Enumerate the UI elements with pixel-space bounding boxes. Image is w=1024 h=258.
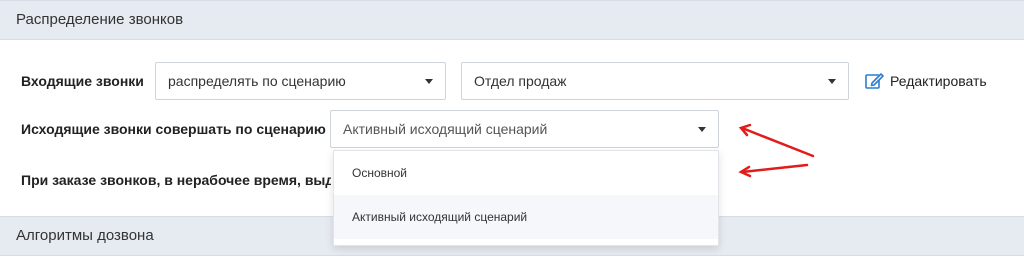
chevron-down-icon — [828, 79, 836, 84]
arrow-line-top — [740, 126, 815, 158]
incoming-mode-select[interactable]: распределять по сценарию — [155, 62, 446, 100]
edit-button[interactable]: Редактировать — [864, 69, 987, 93]
section-header-call-distribution[interactable]: Распределение звонков — [0, 0, 1024, 40]
department-select[interactable]: Отдел продаж — [461, 62, 849, 100]
outgoing-scenario-label: Исходящие звонки совершать по сценарию — [21, 121, 326, 137]
chevron-down-icon — [425, 79, 433, 84]
arrow-line-bottom — [740, 163, 809, 174]
incoming-calls-label: Входящие звонки — [21, 73, 144, 89]
annotation-arrows — [738, 123, 815, 178]
scenario-dropdown-menu: Основной Активный исходящий сценарий — [333, 150, 719, 246]
chevron-down-icon — [698, 127, 706, 132]
edit-icon — [865, 73, 884, 89]
after-hours-label: При заказе звонков, в нерабочее время, в… — [21, 172, 331, 188]
outgoing-scenario-select[interactable]: Активный исходящий сценарий — [330, 110, 719, 148]
incoming-mode-value: распределять по сценарию — [168, 73, 346, 89]
section-title: Распределение звонков — [16, 11, 184, 28]
dropdown-option[interactable]: Активный исходящий сценарий — [334, 195, 718, 239]
outgoing-scenario-value: Активный исходящий сценарий — [343, 121, 548, 137]
section-title: Алгоритмы дозвона — [16, 227, 154, 244]
department-value: Отдел продаж — [474, 73, 567, 89]
dropdown-option[interactable]: Основной — [334, 151, 718, 195]
edit-label: Редактировать — [890, 73, 987, 89]
